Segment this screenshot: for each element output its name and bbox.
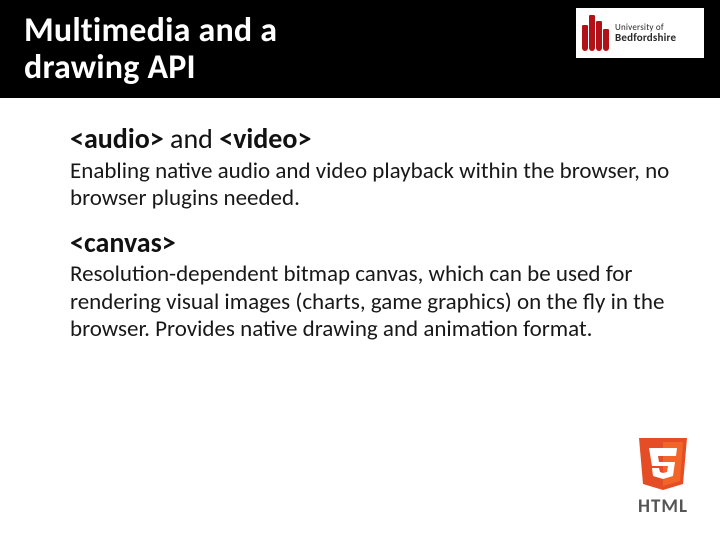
html5-shield-icon: [632, 434, 694, 494]
slide-title: Multimedia and a drawing API: [24, 12, 277, 87]
title-line-1: Multimedia and a: [24, 10, 277, 51]
university-logo-text: University of Bedfordshire: [615, 23, 676, 43]
html5-logo: HTML: [632, 434, 694, 518]
section-body-canvas: Resolution-dependent bitmap canvas, whic…: [70, 261, 672, 342]
section-heading-audio-video: <audio> and <video>: [70, 122, 672, 156]
section-body-audio-video: Enabling native audio and video playback…: [70, 158, 672, 212]
tag-audio: <audio>: [70, 121, 164, 156]
section-heading-canvas: <canvas>: [70, 226, 672, 260]
university-logo-mark: [582, 15, 609, 51]
logo-text-bottom: Bedfordshire: [615, 32, 676, 43]
heading-mid-1: and: [164, 121, 220, 156]
tag-video: <video>: [219, 121, 311, 156]
header-bar: Multimedia and a drawing API University …: [0, 0, 720, 98]
university-logo: University of Bedfordshire: [576, 8, 704, 58]
html5-label: HTML: [632, 495, 694, 518]
tag-canvas: <canvas>: [70, 225, 176, 260]
title-line-2: drawing API: [24, 47, 196, 88]
content-area: <audio> and <video> Enabling native audi…: [0, 98, 720, 343]
